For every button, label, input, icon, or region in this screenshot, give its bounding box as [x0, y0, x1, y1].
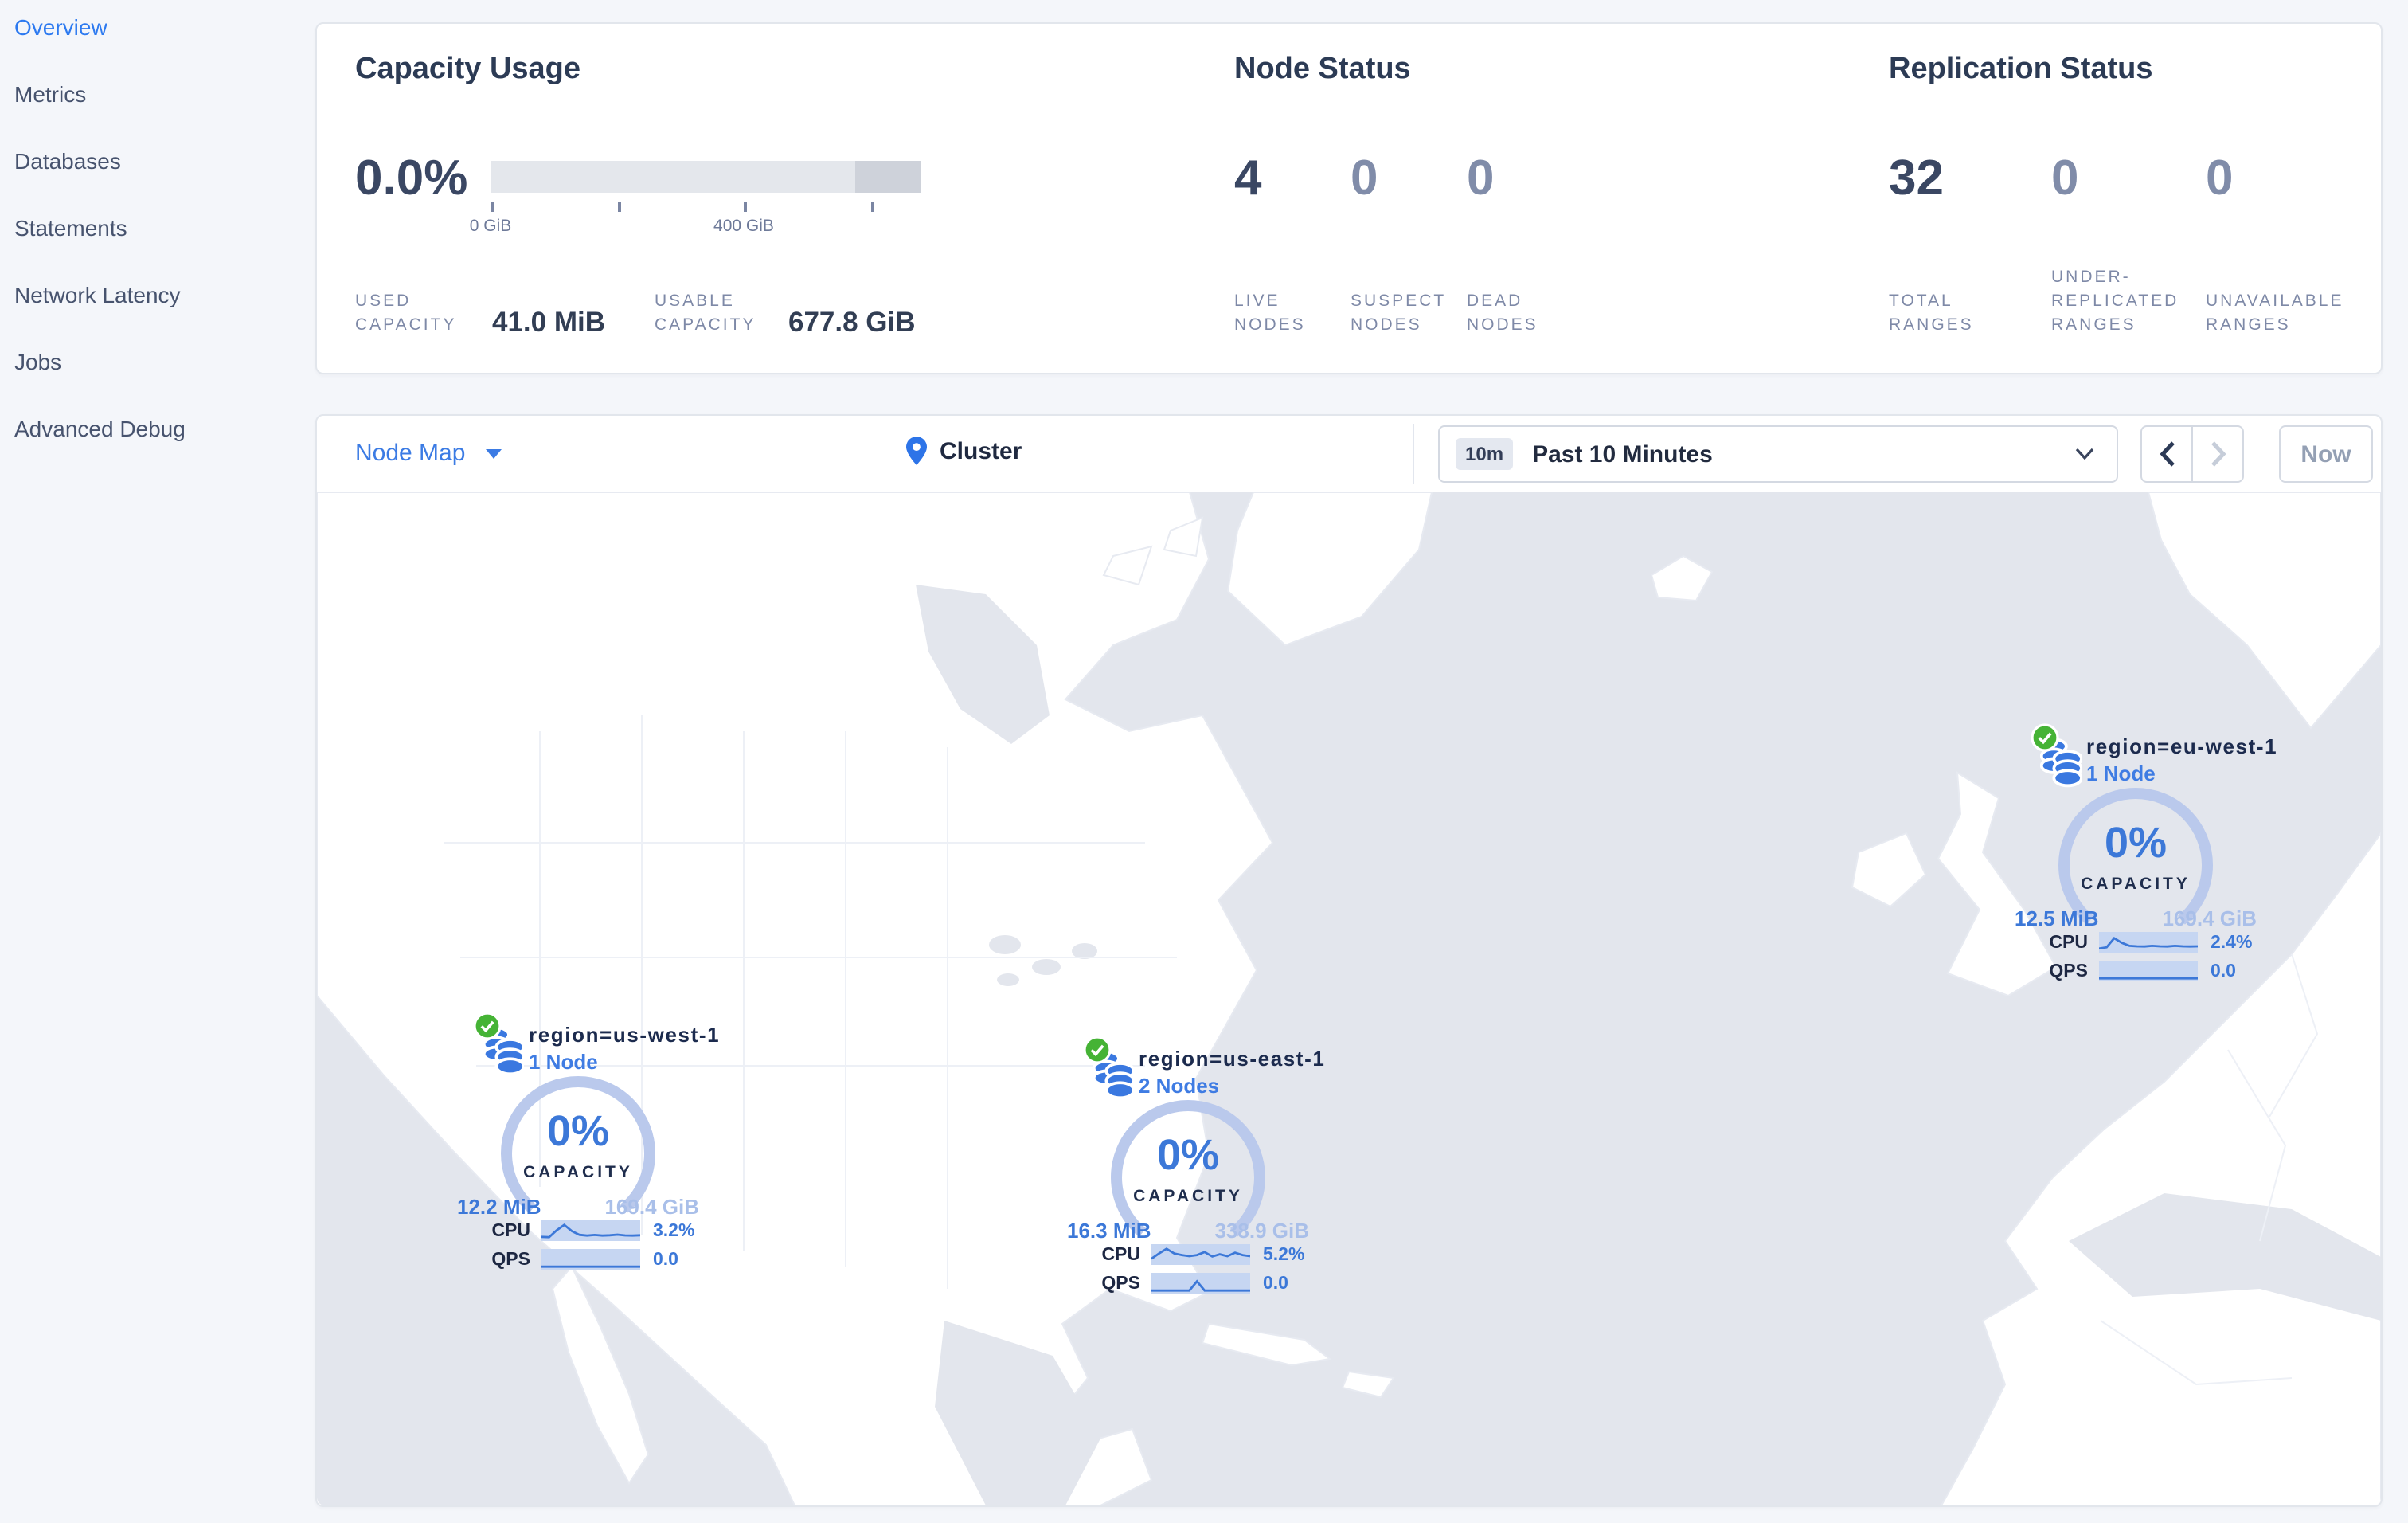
time-range-badge: 10m [1456, 438, 1514, 470]
time-step-back-button[interactable] [2142, 427, 2193, 481]
live-nodes-count: 4 [1234, 150, 1262, 206]
sidebar-item-advanced-debug[interactable]: Advanced Debug [14, 416, 315, 441]
time-range-label: Past 10 Minutes [1532, 440, 1713, 468]
qps-value: 0.0 [1263, 1274, 1288, 1293]
under-replicated-label: UNDER-REPLICATED RANGES [2051, 268, 2179, 335]
qps-label: QPS [2049, 961, 2088, 981]
view-mode-dropdown[interactable]: Node Map [355, 440, 502, 467]
qps-label: QPS [491, 1250, 530, 1269]
qps-sparkline [1151, 1273, 1250, 1294]
under-replicated-count: 0 [2051, 150, 2079, 206]
world-map [317, 492, 2381, 1505]
unavailable-ranges-count: 0 [2206, 150, 2234, 206]
dead-nodes-label: DEAD NODES [1467, 292, 1538, 335]
region-capacity-percent: 0% [546, 1107, 610, 1155]
capacity-usage-title: Capacity Usage [355, 53, 581, 86]
axis-tick [744, 202, 746, 212]
region-name: region=us-west-1 [529, 1023, 721, 1047]
now-button[interactable]: Now [2279, 425, 2373, 483]
cpu-sparkline [1151, 1244, 1250, 1265]
axis-tick [491, 202, 493, 212]
usable-capacity-value: 677.8 GiB [788, 306, 916, 338]
region-capacity-percent: 0% [1156, 1131, 1220, 1179]
healthy-check-icon [473, 1012, 502, 1040]
qps-sparkline [541, 1249, 640, 1270]
sidebar-item-overview[interactable]: Overview [14, 14, 315, 40]
cpu-sparkline [2099, 932, 2198, 953]
usable-capacity-label: USABLE CAPACITY [655, 292, 756, 335]
unavailable-ranges-label: UNAVAILABLE RANGES [2206, 292, 2344, 335]
cpu-label: CPU [2049, 933, 2088, 952]
region-capacity-caption: CAPACITY [2081, 875, 2191, 894]
region-used-capacity: 12.2 MiB [457, 1195, 541, 1219]
capacity-bar-reserved-segment [855, 161, 921, 193]
sidebar-item-statements[interactable]: Statements [14, 215, 315, 241]
replication-status-title: Replication Status [1889, 53, 2153, 86]
qps-sparkline [2099, 961, 2198, 981]
cpu-label: CPU [491, 1221, 530, 1240]
healthy-check-icon [2031, 723, 2059, 752]
page: Overview Metrics Databases Statements Ne… [0, 0, 2408, 1523]
sidebar-item-network-latency[interactable]: Network Latency [14, 282, 315, 307]
suspect-nodes-count: 0 [1351, 150, 1378, 206]
time-stepper [2140, 425, 2244, 483]
cpu-label: CPU [1101, 1245, 1140, 1264]
capacity-bar [491, 161, 921, 193]
capacity-used-percent: 0.0% [355, 150, 468, 206]
node-map-panel: Node Map Cluster 10m Past 10 Minutes Now… [315, 414, 2383, 1507]
sidebar-item-metrics[interactable]: Metrics [14, 81, 315, 107]
live-nodes-label: LIVE NODES [1234, 292, 1306, 335]
time-step-forward-button[interactable] [2193, 427, 2242, 481]
region-capacity-percent: 0% [2104, 819, 2168, 867]
cpu-value: 3.2% [653, 1221, 695, 1240]
axis-tick-label-0: 0 GiB [469, 217, 512, 236]
cpu-value: 2.4% [2211, 933, 2253, 952]
region-used-capacity: 12.5 MiB [2015, 906, 2099, 930]
cluster-summary-panel: Capacity Usage 0.0% 0 GiB 400 GiB USED C… [315, 22, 2383, 374]
chevron-left-icon [2159, 441, 2174, 467]
region-name: region=us-east-1 [1139, 1047, 1326, 1071]
node-map[interactable]: region=us-west-1 1 Node 0% CAPACITY 12.2… [317, 492, 2381, 1505]
axis-tick [871, 202, 874, 212]
region-name: region=eu-west-1 [2086, 734, 2278, 758]
sidebar-item-jobs[interactable]: Jobs [14, 349, 315, 374]
toolbar-divider [1413, 424, 1414, 484]
chevron-down-icon [2075, 448, 2094, 460]
qps-label: QPS [1101, 1274, 1140, 1293]
map-toolbar: Node Map Cluster 10m Past 10 Minutes Now [317, 416, 2381, 494]
region-capacity-caption: CAPACITY [1133, 1187, 1243, 1206]
qps-value: 0.0 [2211, 961, 2236, 981]
sidebar: Overview Metrics Databases Statements Ne… [0, 0, 315, 1523]
healthy-check-icon [1083, 1036, 1112, 1064]
total-ranges-label: TOTAL RANGES [1889, 292, 1974, 335]
region-total-capacity: 169.4 GiB [2162, 906, 2257, 930]
used-capacity-value: 41.0 MiB [492, 306, 605, 338]
chevron-down-icon [486, 448, 502, 458]
total-ranges-count: 32 [1889, 150, 1944, 206]
region-total-capacity: 338.9 GiB [1214, 1219, 1309, 1243]
breadcrumb-label: Cluster [940, 437, 1022, 464]
region-capacity-caption: CAPACITY [523, 1163, 633, 1182]
view-mode-label: Node Map [355, 440, 466, 467]
time-range-dropdown[interactable]: 10m Past 10 Minutes [1438, 425, 2118, 483]
axis-tick [618, 202, 620, 212]
used-capacity-label: USED CAPACITY [355, 292, 457, 335]
sidebar-item-databases[interactable]: Databases [14, 148, 315, 174]
dead-nodes-count: 0 [1467, 150, 1495, 206]
map-pin-icon [906, 437, 927, 465]
region-total-capacity: 169.4 GiB [604, 1195, 699, 1219]
breadcrumb[interactable]: Cluster [906, 437, 1022, 465]
qps-value: 0.0 [653, 1250, 678, 1269]
cpu-sparkline [541, 1220, 640, 1241]
suspect-nodes-label: SUSPECT NODES [1351, 292, 1446, 335]
chevron-right-icon [2211, 441, 2226, 467]
node-status-title: Node Status [1234, 53, 1411, 86]
region-used-capacity: 16.3 MiB [1067, 1219, 1151, 1243]
cpu-value: 5.2% [1263, 1245, 1305, 1264]
axis-tick-label-400: 400 GiB [713, 217, 774, 236]
